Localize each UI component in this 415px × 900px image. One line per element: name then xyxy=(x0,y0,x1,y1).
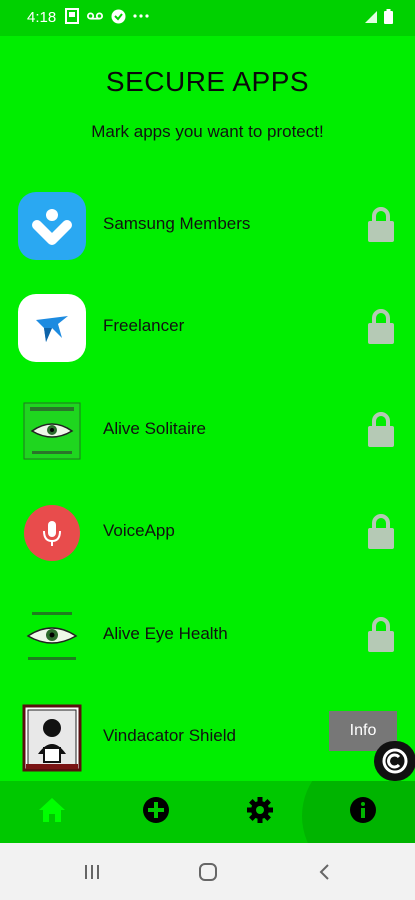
signal-icon xyxy=(364,10,378,29)
status-icons xyxy=(64,8,149,24)
battery-icon xyxy=(384,9,393,29)
info-icon xyxy=(349,796,377,829)
nav-info[interactable] xyxy=(311,781,415,843)
lock-icon[interactable] xyxy=(367,616,395,652)
lock-icon[interactable] xyxy=(367,513,395,549)
copyright-icon[interactable] xyxy=(374,741,415,781)
lock-icon[interactable] xyxy=(367,206,395,242)
status-time: 4:18 xyxy=(27,9,57,26)
photo-icon xyxy=(64,8,80,24)
alive-solitaire-icon xyxy=(18,397,86,465)
app-row-freelancer[interactable]: Freelancer xyxy=(0,280,415,376)
home-icon xyxy=(37,796,67,829)
app-name: Vindacator Shield xyxy=(103,726,236,745)
app-row-voiceapp[interactable]: VoiceApp xyxy=(0,485,415,581)
home-circle-icon[interactable] xyxy=(193,857,223,887)
lock-icon[interactable] xyxy=(367,411,395,447)
nav-add[interactable] xyxy=(104,781,208,843)
app-row-alive-solitaire[interactable]: Alive Solitaire xyxy=(0,383,415,479)
app-name: Samsung Members xyxy=(103,214,251,233)
voicemail-icon xyxy=(87,8,103,24)
vindacator-shield-icon xyxy=(18,704,86,772)
more-notifications-icon xyxy=(133,8,149,24)
bottom-nav xyxy=(0,781,415,843)
nav-home[interactable] xyxy=(0,781,104,843)
status-right-icons xyxy=(364,9,393,29)
vpn-icon xyxy=(110,8,126,24)
samsung-members-icon xyxy=(18,192,86,260)
app-row-alive-eye-health[interactable]: Alive Eye Health xyxy=(0,588,415,684)
recent-apps-icon[interactable] xyxy=(77,857,107,887)
gear-icon xyxy=(246,796,274,829)
page-title: SECURE APPS xyxy=(105,66,310,97)
app-name: Alive Solitaire xyxy=(103,419,206,438)
app-name: VoiceApp xyxy=(103,521,175,540)
freelancer-icon xyxy=(18,294,86,362)
status-bar: 4:18 xyxy=(0,0,415,36)
add-icon xyxy=(142,796,170,829)
voiceapp-icon xyxy=(18,499,86,567)
page-subtitle: Mark apps you want to protect! xyxy=(91,122,324,141)
app-name: Freelancer xyxy=(103,316,185,335)
system-nav-bar xyxy=(0,843,415,900)
alive-eye-health-icon xyxy=(18,602,86,670)
app-name: Alive Eye Health xyxy=(103,624,228,643)
nav-settings[interactable] xyxy=(208,781,312,843)
app-row-samsung-members[interactable]: Samsung Members xyxy=(0,178,415,274)
back-icon[interactable] xyxy=(309,857,339,887)
lock-icon[interactable] xyxy=(367,308,395,344)
